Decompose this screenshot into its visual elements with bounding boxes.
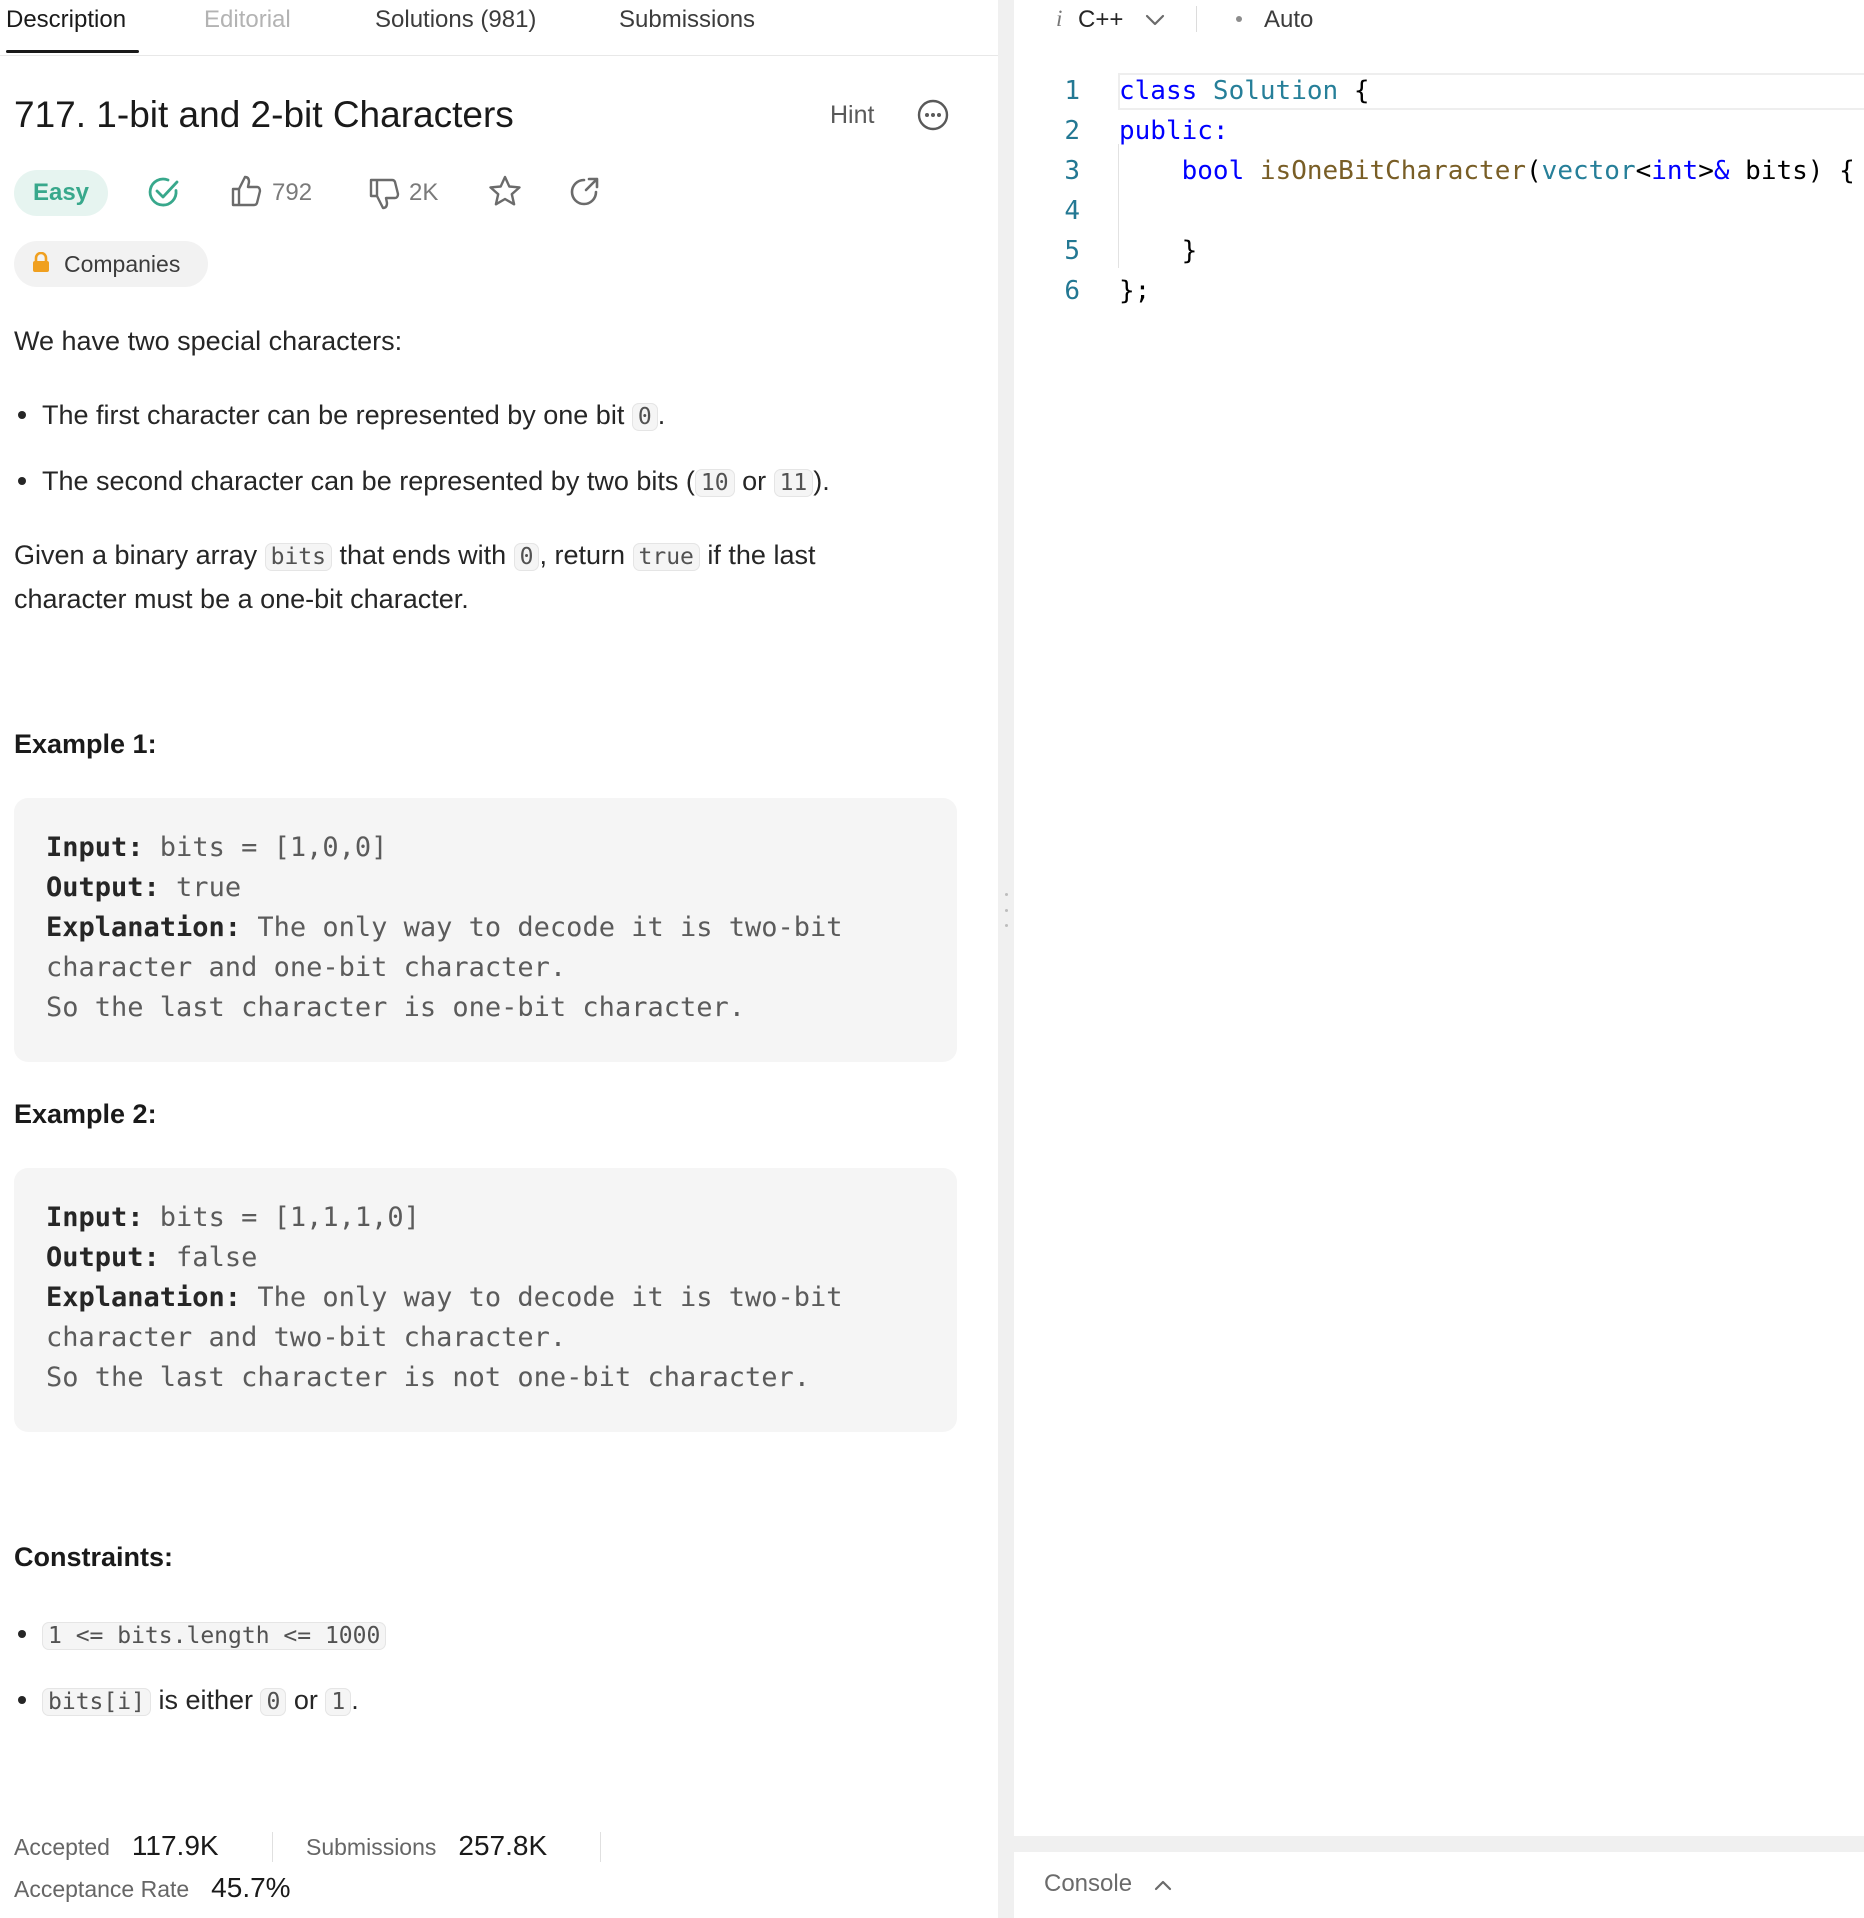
tab-bar: Description Editorial Solutions (981) Su… bbox=[0, 0, 998, 56]
inline-code: bits bbox=[264, 543, 332, 571]
panel-resizer[interactable] bbox=[998, 0, 1014, 1918]
line-number: 4 bbox=[1064, 196, 1080, 226]
constraints-heading: Constraints: bbox=[14, 1542, 174, 1572]
chevron-up-icon bbox=[1153, 1871, 1173, 1899]
line-number: 2 bbox=[1064, 116, 1080, 146]
list-item: The second character can be represented … bbox=[18, 461, 830, 503]
drag-handle-icon[interactable] bbox=[1003, 893, 1009, 927]
inline-code: 1 <= bits.length <= 1000 bbox=[42, 1622, 387, 1650]
example-heading: Example 1: bbox=[14, 729, 157, 759]
more-icon[interactable] bbox=[917, 99, 949, 136]
acceptance-rate-stat: Acceptance Rate 45.7% bbox=[14, 1872, 291, 1903]
check-circle-icon bbox=[146, 174, 182, 215]
line-number: 5 bbox=[1064, 236, 1080, 266]
list-item: 1 <= bits.length <= 1000 bbox=[18, 1614, 387, 1656]
inline-code: bits[i] bbox=[42, 1688, 151, 1716]
list-item: The first character can be represented b… bbox=[18, 395, 665, 437]
active-tab-indicator bbox=[6, 50, 139, 53]
inline-code: 0 bbox=[260, 1688, 287, 1716]
problem-title: 717. 1-bit and 2-bit Characters bbox=[14, 94, 514, 135]
tab-editorial[interactable]: Editorial bbox=[204, 6, 291, 34]
thumbs-up-icon[interactable] bbox=[229, 174, 263, 213]
editor-toolbar: i C++ Auto bbox=[1014, 0, 1864, 55]
chevron-down-icon[interactable] bbox=[1144, 10, 1166, 35]
line-number: 3 bbox=[1064, 156, 1080, 186]
code-line[interactable]: public: bbox=[1119, 116, 1229, 146]
inline-code: 11 bbox=[773, 469, 814, 497]
task-text: Given a binary array bits that ends with… bbox=[14, 540, 816, 614]
example-heading: Example 2: bbox=[14, 1099, 157, 1129]
language-select[interactable]: C++ bbox=[1078, 6, 1123, 34]
star-icon[interactable] bbox=[487, 174, 523, 215]
example-block: Input: bits = [1,0,0] Output: true Expla… bbox=[14, 798, 957, 1062]
tab-submissions[interactable]: Submissions bbox=[619, 6, 755, 34]
inline-code: 10 bbox=[694, 469, 735, 497]
info-icon: i bbox=[1056, 6, 1063, 31]
difficulty-badge: Easy bbox=[14, 170, 108, 216]
list-item: bits[i] is either 0 or 1. bbox=[18, 1680, 359, 1722]
accepted-stat: Accepted 117.9K bbox=[14, 1830, 219, 1861]
console-toggle[interactable]: Console bbox=[1044, 1870, 1173, 1899]
tab-solutions[interactable]: Solutions (981) bbox=[375, 6, 536, 34]
status-dot-icon bbox=[1236, 16, 1242, 22]
line-number: 6 bbox=[1064, 276, 1080, 306]
code-editor-panel: i C++ Auto 1 2 3 4 5 6 class Solution { … bbox=[1014, 0, 1864, 1918]
description-panel: Description Editorial Solutions (981) Su… bbox=[0, 0, 998, 1918]
autocomplete-mode[interactable]: Auto bbox=[1264, 6, 1313, 34]
example-block: Input: bits = [1,1,1,0] Output: false Ex… bbox=[14, 1168, 957, 1432]
hint-button[interactable]: Hint bbox=[830, 101, 874, 130]
code-line[interactable]: }; bbox=[1119, 276, 1150, 306]
code-line[interactable]: class Solution { bbox=[1119, 76, 1369, 106]
submissions-stat: Submissions 257.8K bbox=[306, 1830, 548, 1861]
companies-label: Companies bbox=[64, 250, 181, 277]
lock-icon bbox=[32, 251, 50, 277]
inline-code: 1 bbox=[325, 1688, 352, 1716]
share-icon[interactable] bbox=[566, 174, 602, 215]
dislikes-count: 2K bbox=[409, 179, 439, 206]
likes-count: 792 bbox=[272, 179, 313, 206]
inline-code: 0 bbox=[513, 543, 540, 571]
panel-resizer[interactable] bbox=[1014, 1836, 1864, 1852]
inline-code: true bbox=[632, 543, 700, 571]
thumbs-down-icon[interactable] bbox=[367, 177, 401, 216]
inline-code: 0 bbox=[631, 403, 658, 431]
tab-description[interactable]: Description bbox=[6, 6, 126, 34]
companies-button[interactable]: Companies bbox=[14, 241, 208, 287]
code-line[interactable]: } bbox=[1119, 236, 1198, 266]
intro-text: We have two special characters: bbox=[14, 326, 403, 356]
code-line[interactable]: bool isOneBitCharacter(vector<int>& bits… bbox=[1119, 156, 1855, 186]
line-number: 1 bbox=[1064, 76, 1080, 106]
